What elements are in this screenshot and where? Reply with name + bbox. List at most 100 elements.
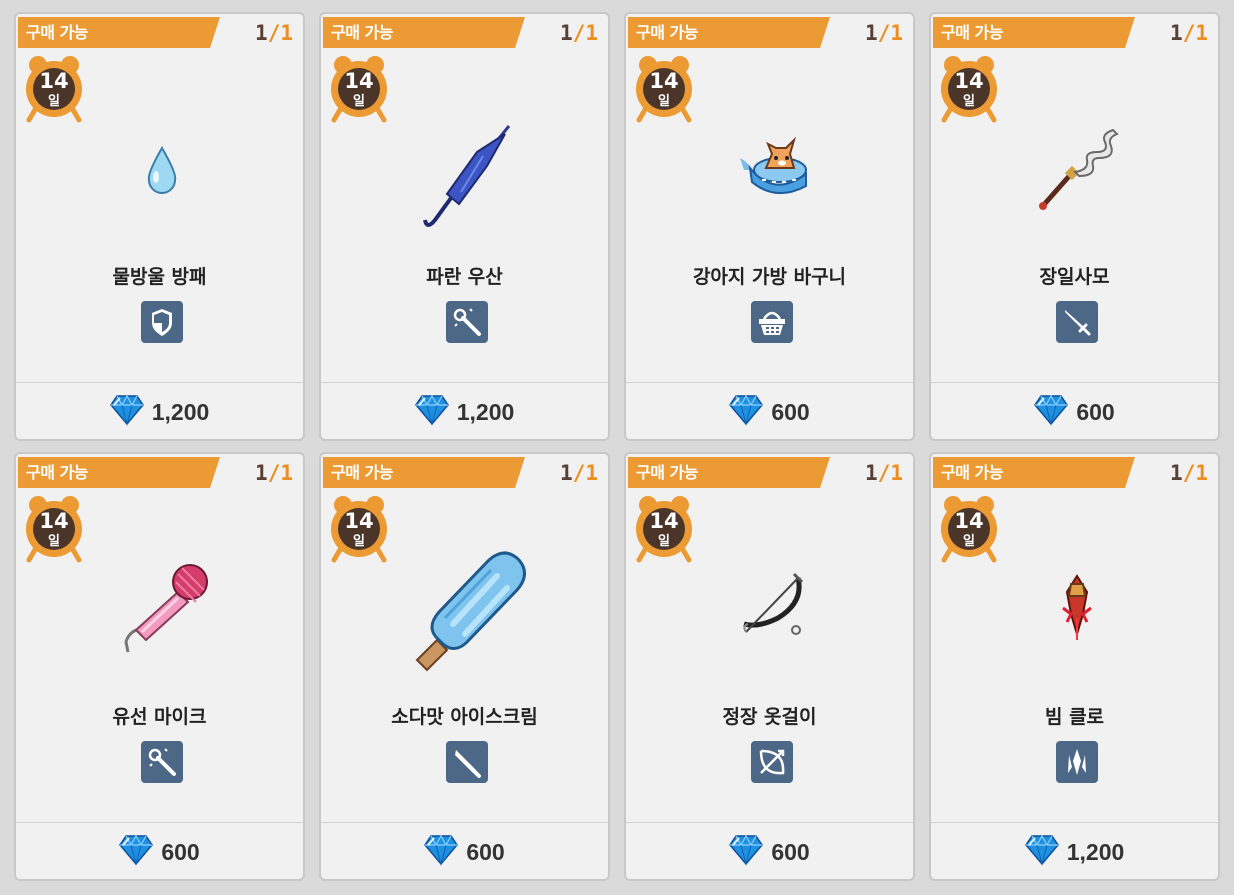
wand-icon <box>141 741 183 783</box>
shop-item-card[interactable]: 구매 가능 1/1 14 일 소다맛 아이스크림 600 <box>319 452 610 881</box>
item-price: 600 <box>771 838 810 865</box>
item-image <box>16 524 303 694</box>
purchase-count-total: 1 <box>890 461 903 485</box>
gem-icon <box>729 394 764 430</box>
purchase-count-total: 1 <box>280 461 293 485</box>
item-price: 600 <box>466 838 505 865</box>
divider <box>321 382 608 383</box>
item-image <box>931 84 1218 254</box>
item-image <box>16 84 303 254</box>
purchasable-badge: 구매 가능 <box>933 457 1135 488</box>
divider <box>931 382 1218 383</box>
shield-icon <box>141 301 183 343</box>
purchase-count-used: 1 <box>255 21 268 45</box>
claw-icon <box>1056 741 1098 783</box>
shop-item-card[interactable]: 구매 가능 1/1 14 일 정장 옷걸이 600 <box>624 452 915 881</box>
purchase-count-used: 1 <box>255 461 268 485</box>
item-price: 600 <box>1076 398 1115 425</box>
item-name: 파란 우산 <box>426 266 503 288</box>
item-image <box>626 524 913 694</box>
purchase-limit-count: 1/1 <box>865 18 903 49</box>
purchase-count-used: 1 <box>1170 461 1183 485</box>
item-name: 소다맛 아이스크림 <box>391 706 538 728</box>
divider <box>626 822 913 823</box>
item-price: 600 <box>771 398 810 425</box>
divider <box>16 382 303 383</box>
shop-item-card[interactable]: 구매 가능 1/1 14 일 빔 클로 1,200 <box>929 452 1220 881</box>
price-button[interactable]: 600 <box>321 834 608 870</box>
divider <box>321 822 608 823</box>
purchase-limit-count: 1/1 <box>255 18 293 49</box>
price-button[interactable]: 600 <box>626 834 913 870</box>
item-image <box>626 84 913 254</box>
item-price: 1,200 <box>151 398 210 425</box>
item-price: 1,200 <box>1066 838 1125 865</box>
shop-item-card[interactable]: 구매 가능 1/1 14 일 강아지 가방 바구니 600 <box>624 12 915 441</box>
purchasable-badge: 구매 가능 <box>323 457 525 488</box>
purchase-limit-count: 1/1 <box>255 458 293 489</box>
purchasable-badge: 구매 가능 <box>628 457 830 488</box>
price-button[interactable]: 1,200 <box>931 834 1218 870</box>
price-button[interactable]: 600 <box>626 394 913 430</box>
item-name: 정장 옷걸이 <box>722 706 817 728</box>
gem-icon <box>1034 394 1069 430</box>
purchase-count-separator: / <box>267 21 281 45</box>
shop-item-card[interactable]: 구매 가능 1/1 14 일 물방울 방패 1,200 <box>14 12 305 441</box>
shop-item-card[interactable]: 구매 가능 1/1 14 일 파란 우산 1,200 <box>319 12 610 441</box>
divider <box>16 822 303 823</box>
item-price: 1,200 <box>456 398 515 425</box>
item-name: 유선 마이크 <box>112 706 207 728</box>
divider <box>626 382 913 383</box>
purchase-count-total: 1 <box>1195 461 1208 485</box>
purchase-count-separator: / <box>1182 21 1196 45</box>
purchase-count-total: 1 <box>1195 21 1208 45</box>
price-button[interactable]: 600 <box>931 394 1218 430</box>
purchase-count-total: 1 <box>585 21 598 45</box>
sword-icon <box>1056 301 1098 343</box>
gem-icon <box>414 394 449 430</box>
purchase-count-separator: / <box>1182 461 1196 485</box>
purchase-count-separator: / <box>572 21 586 45</box>
purchase-count-used: 1 <box>560 21 573 45</box>
item-image <box>321 84 608 254</box>
purchase-limit-count: 1/1 <box>1170 458 1208 489</box>
item-name: 장일사모 <box>1039 266 1110 288</box>
purchase-limit-count: 1/1 <box>560 458 598 489</box>
gem-icon <box>424 834 459 870</box>
item-name: 강아지 가방 바구니 <box>692 266 847 288</box>
purchasable-badge: 구매 가능 <box>18 17 220 48</box>
gem-icon <box>119 834 154 870</box>
purchase-count-used: 1 <box>1170 21 1183 45</box>
purchasable-badge: 구매 가능 <box>323 17 525 48</box>
purchase-count-separator: / <box>572 461 586 485</box>
purchase-count-total: 1 <box>585 461 598 485</box>
purchasable-badge: 구매 가능 <box>628 17 830 48</box>
basket-icon <box>751 301 793 343</box>
bow-icon <box>751 741 793 783</box>
item-image <box>321 524 608 694</box>
price-button[interactable]: 1,200 <box>16 394 303 430</box>
shop-item-card[interactable]: 구매 가능 1/1 14 일 장일사모 600 <box>929 12 1220 441</box>
price-button[interactable]: 1,200 <box>321 394 608 430</box>
purchase-limit-count: 1/1 <box>865 458 903 489</box>
purchase-count-separator: / <box>267 461 281 485</box>
price-button[interactable]: 600 <box>16 834 303 870</box>
divider <box>931 822 1218 823</box>
purchase-count-total: 1 <box>280 21 293 45</box>
purchase-count-used: 1 <box>865 21 878 45</box>
item-image <box>931 524 1218 694</box>
wand-icon <box>446 301 488 343</box>
gem-icon <box>1024 834 1059 870</box>
purchase-count-separator: / <box>877 461 891 485</box>
blade-icon <box>446 741 488 783</box>
purchase-limit-count: 1/1 <box>1170 18 1208 49</box>
purchasable-badge: 구매 가능 <box>18 457 220 488</box>
gem-icon <box>109 394 144 430</box>
purchasable-badge: 구매 가능 <box>933 17 1135 48</box>
purchase-count-used: 1 <box>865 461 878 485</box>
purchase-count-separator: / <box>877 21 891 45</box>
purchase-count-total: 1 <box>890 21 903 45</box>
shop-item-card[interactable]: 구매 가능 1/1 14 일 유선 마이크 600 <box>14 452 305 881</box>
gem-icon <box>729 834 764 870</box>
item-price: 600 <box>161 838 200 865</box>
